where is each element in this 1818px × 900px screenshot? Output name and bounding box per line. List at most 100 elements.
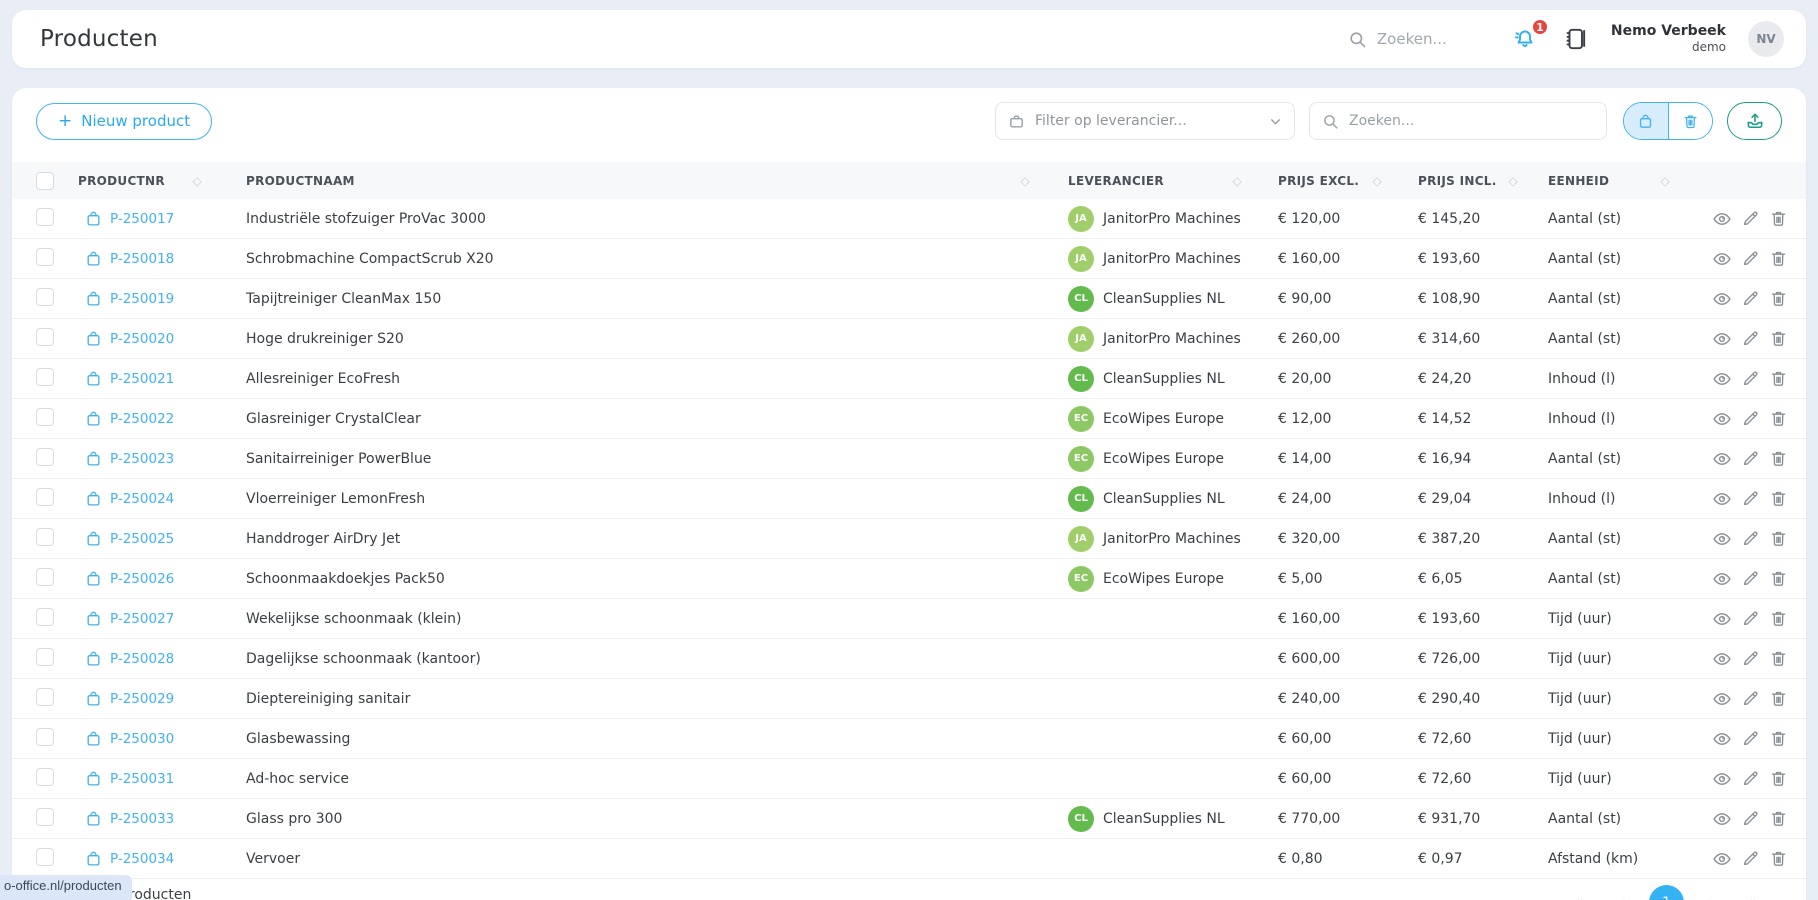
product-number-link[interactable]: P-250028 [110, 651, 174, 667]
row-checkbox[interactable] [36, 808, 54, 826]
product-number-link[interactable]: P-250034 [110, 851, 174, 867]
view-button[interactable] [1712, 569, 1732, 589]
edit-button[interactable] [1741, 249, 1760, 268]
product-number-link[interactable]: P-250021 [110, 371, 174, 387]
products-view-toggle[interactable] [1624, 103, 1668, 139]
delete-button[interactable] [1769, 209, 1788, 228]
global-search-input[interactable] [1377, 30, 1487, 48]
delete-button[interactable] [1769, 409, 1788, 428]
header-eenheid[interactable]: EENHEID ◇ [1544, 162, 1696, 199]
notifications-button[interactable]: 1 [1509, 25, 1541, 53]
delete-button[interactable] [1769, 689, 1788, 708]
edit-button[interactable] [1741, 529, 1760, 548]
product-number-link[interactable]: P-250029 [110, 691, 174, 707]
edit-button[interactable] [1741, 649, 1760, 668]
delete-button[interactable] [1769, 769, 1788, 788]
row-checkbox[interactable] [36, 408, 54, 426]
view-button[interactable] [1712, 529, 1732, 549]
edit-button[interactable] [1741, 289, 1760, 308]
view-button[interactable] [1712, 849, 1732, 869]
select-all-checkbox[interactable] [36, 172, 54, 190]
row-checkbox[interactable] [36, 648, 54, 666]
product-number-link[interactable]: P-250025 [110, 531, 174, 547]
delete-button[interactable] [1769, 449, 1788, 468]
row-checkbox[interactable] [36, 488, 54, 506]
import-button[interactable] [1727, 102, 1782, 140]
edit-button[interactable] [1741, 609, 1760, 628]
view-button[interactable] [1712, 489, 1732, 509]
product-number-link[interactable]: P-250023 [110, 451, 174, 467]
table-search-input[interactable] [1349, 113, 1549, 129]
product-number-link[interactable]: P-250022 [110, 411, 174, 427]
edit-button[interactable] [1741, 489, 1760, 508]
header-leverancier[interactable]: LEVERANCIER ◇ [1056, 162, 1268, 199]
edit-button[interactable] [1741, 689, 1760, 708]
edit-button[interactable] [1741, 329, 1760, 348]
header-productnr[interactable]: PRODUCTNR ◇ [74, 162, 228, 199]
pagination-prev-button[interactable]: ‹ [1605, 885, 1640, 900]
view-button[interactable] [1712, 369, 1732, 389]
delete-button[interactable] [1769, 609, 1788, 628]
delete-button[interactable] [1769, 249, 1788, 268]
delete-button[interactable] [1769, 849, 1788, 868]
delete-button[interactable] [1769, 649, 1788, 668]
edit-button[interactable] [1741, 849, 1760, 868]
view-button[interactable] [1712, 649, 1732, 669]
delete-button[interactable] [1769, 529, 1788, 548]
row-checkbox[interactable] [36, 568, 54, 586]
delete-button[interactable] [1769, 569, 1788, 588]
view-button[interactable] [1712, 289, 1732, 309]
edit-button[interactable] [1741, 409, 1760, 428]
product-number-link[interactable]: P-250020 [110, 331, 174, 347]
row-checkbox[interactable] [36, 528, 54, 546]
edit-button[interactable] [1741, 369, 1760, 388]
product-number-link[interactable]: P-250017 [110, 211, 174, 227]
view-button[interactable] [1712, 689, 1732, 709]
product-number-link[interactable]: P-250018 [110, 251, 174, 267]
view-button[interactable] [1712, 409, 1732, 429]
header-prijs-excl[interactable]: PRIJS EXCL. ◇ [1268, 162, 1408, 199]
view-button[interactable] [1712, 209, 1732, 229]
product-number-link[interactable]: P-250027 [110, 611, 174, 627]
pagination-first-button[interactable]: « [1561, 885, 1596, 900]
supplier-filter-select[interactable]: Filter op leverancier... [995, 102, 1295, 140]
row-checkbox[interactable] [36, 368, 54, 386]
row-checkbox[interactable] [36, 608, 54, 626]
delete-button[interactable] [1769, 729, 1788, 748]
pagination-next-button[interactable]: › [1693, 885, 1728, 900]
view-button[interactable] [1712, 449, 1732, 469]
global-search[interactable] [1348, 30, 1487, 49]
new-product-button[interactable]: + Nieuw product [36, 103, 212, 140]
product-number-link[interactable]: P-250026 [110, 571, 174, 587]
delete-button[interactable] [1769, 369, 1788, 388]
edit-button[interactable] [1741, 809, 1760, 828]
delete-button[interactable] [1769, 329, 1788, 348]
product-number-link[interactable]: P-250019 [110, 291, 174, 307]
view-button[interactable] [1712, 769, 1732, 789]
row-checkbox[interactable] [36, 208, 54, 226]
row-checkbox[interactable] [36, 688, 54, 706]
edit-button[interactable] [1741, 209, 1760, 228]
user-avatar[interactable]: NV [1748, 21, 1784, 57]
product-number-link[interactable]: P-250031 [110, 771, 174, 787]
edit-button[interactable] [1741, 729, 1760, 748]
product-number-link[interactable]: P-250030 [110, 731, 174, 747]
delete-button[interactable] [1769, 809, 1788, 828]
row-checkbox[interactable] [36, 848, 54, 866]
edit-button[interactable] [1741, 569, 1760, 588]
row-checkbox[interactable] [36, 728, 54, 746]
product-number-link[interactable]: P-250033 [110, 811, 174, 827]
edit-button[interactable] [1741, 449, 1760, 468]
delete-button[interactable] [1769, 289, 1788, 308]
view-button[interactable] [1712, 249, 1732, 269]
row-checkbox[interactable] [36, 768, 54, 786]
view-button[interactable] [1712, 809, 1732, 829]
row-checkbox[interactable] [36, 328, 54, 346]
pagination-page-1[interactable]: 1 [1649, 885, 1684, 900]
pagination-last-button[interactable]: » [1737, 885, 1772, 900]
delete-button[interactable] [1769, 489, 1788, 508]
row-checkbox[interactable] [36, 288, 54, 306]
view-button[interactable] [1712, 729, 1732, 749]
view-button[interactable] [1712, 329, 1732, 349]
view-button[interactable] [1712, 609, 1732, 629]
